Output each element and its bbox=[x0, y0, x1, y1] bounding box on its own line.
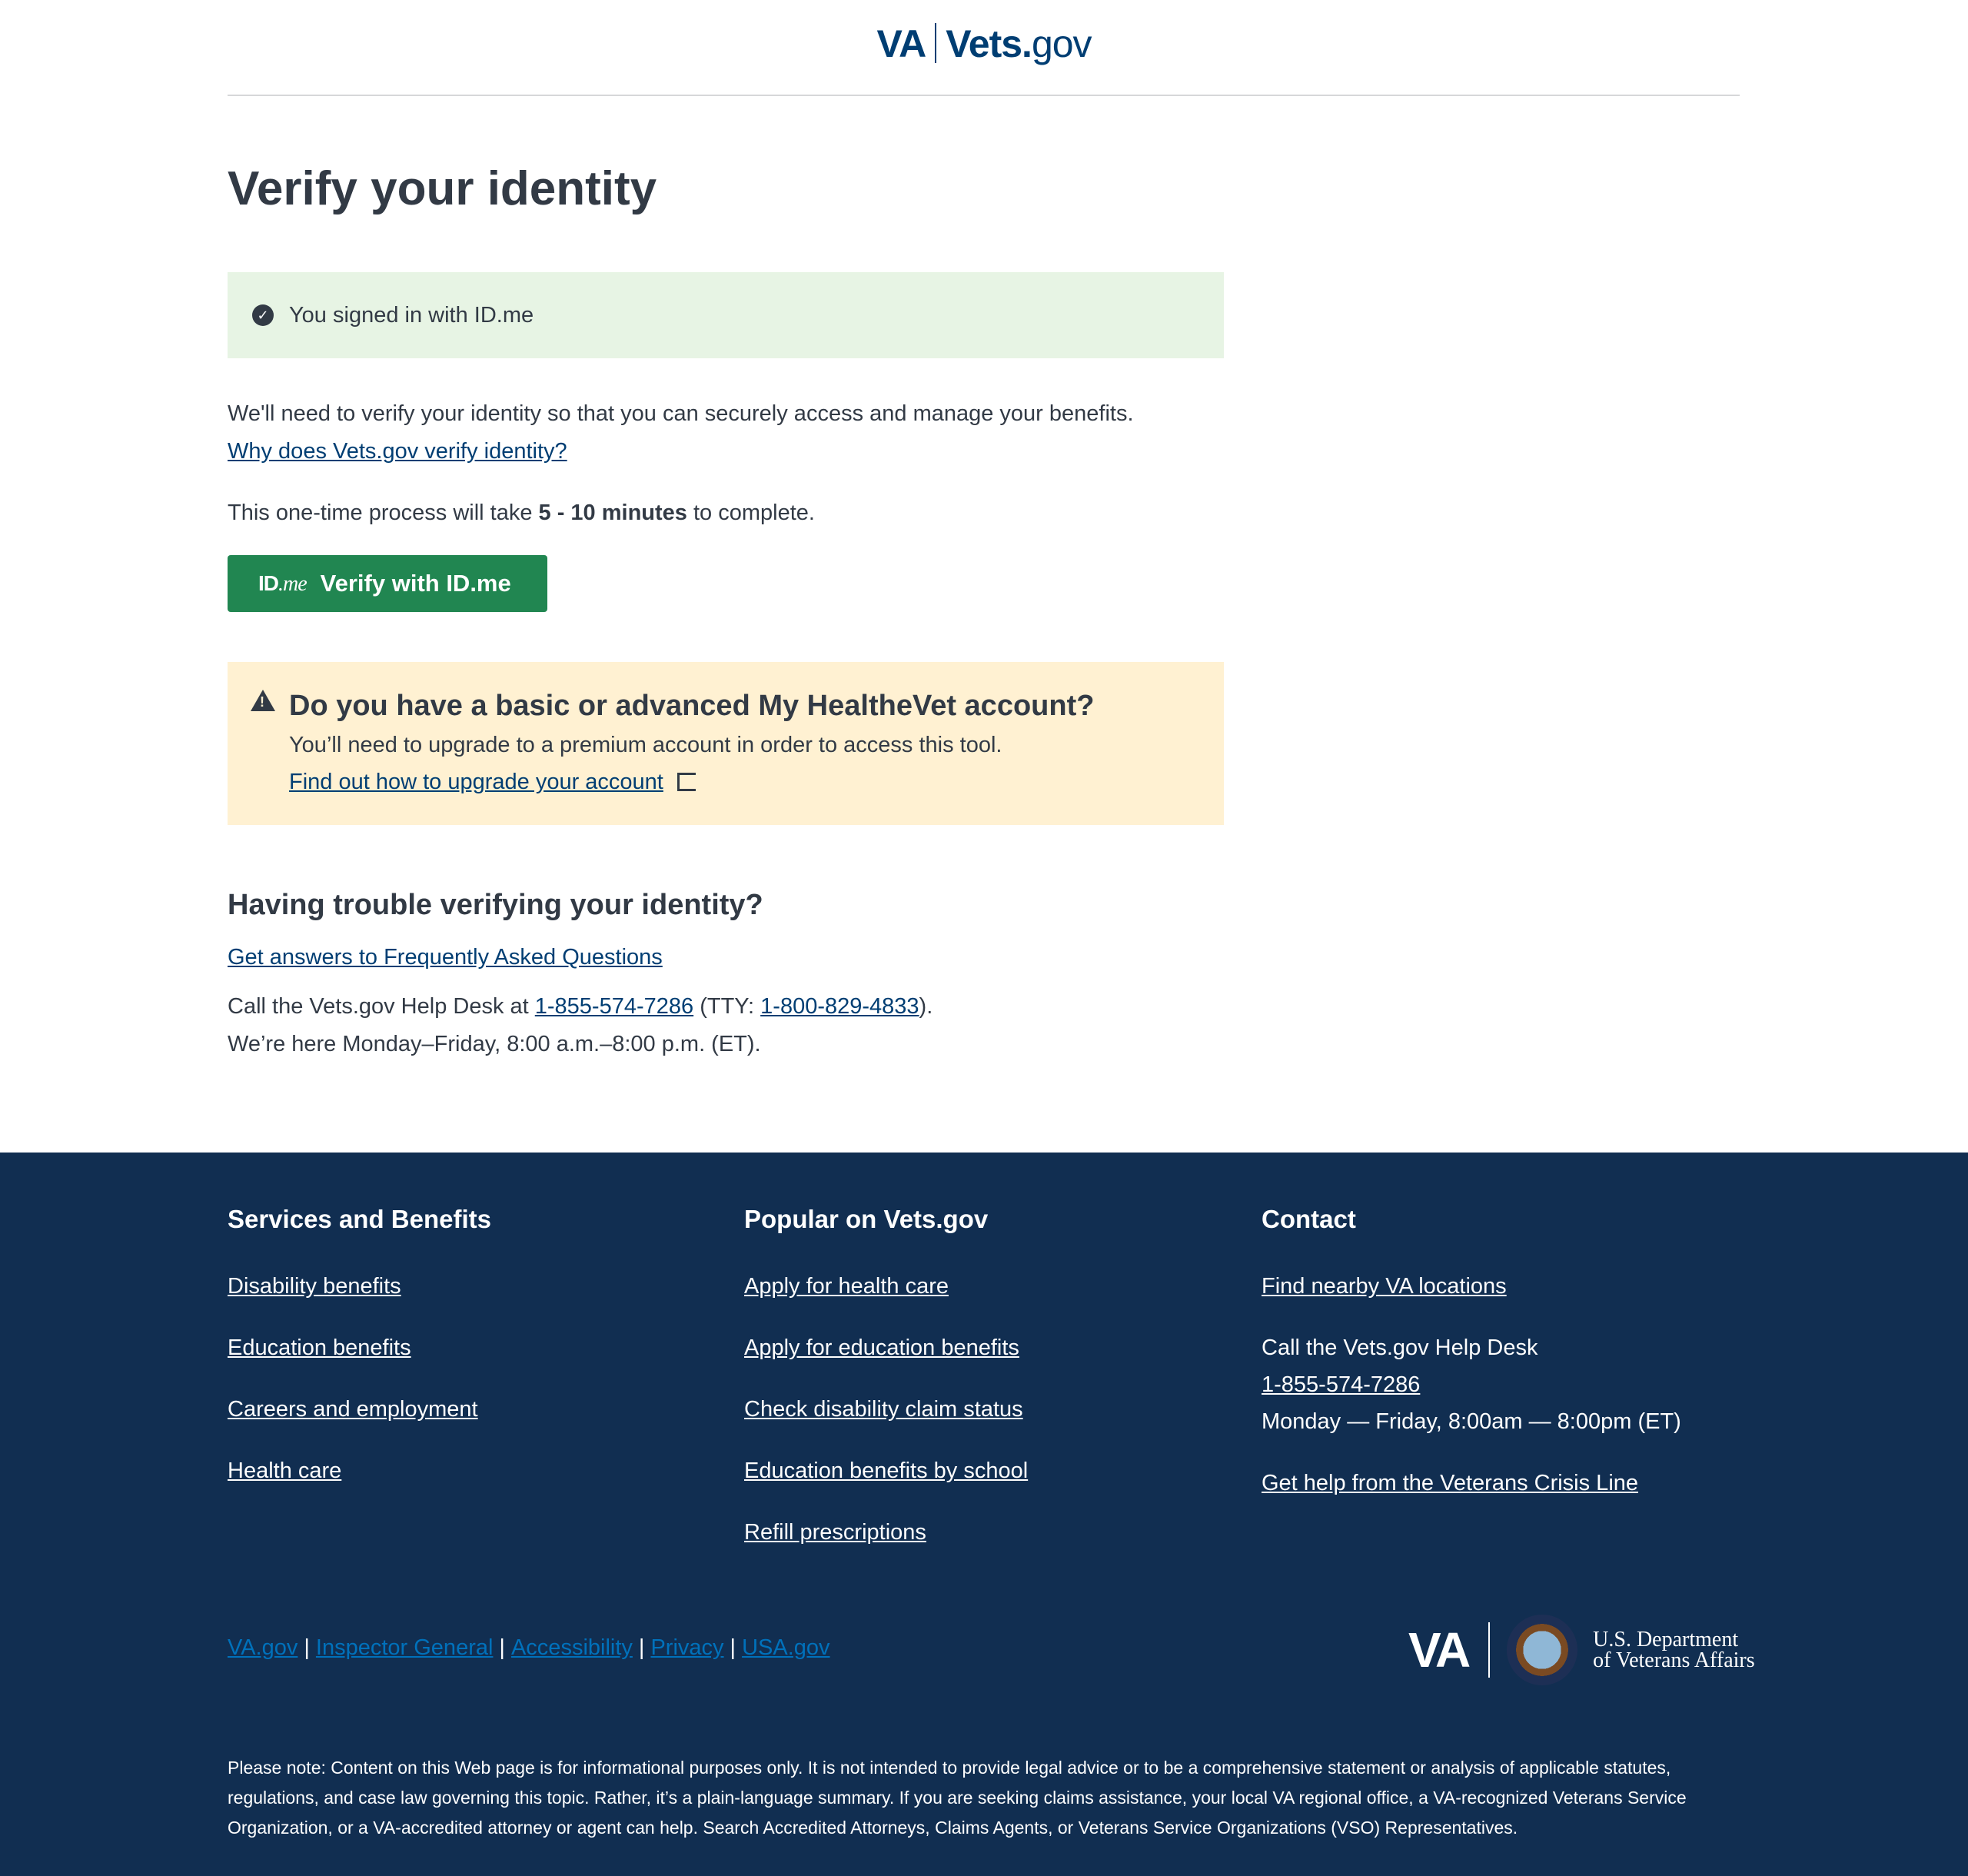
va-seal-icon bbox=[1507, 1615, 1578, 1685]
footer-heading: Contact bbox=[1262, 1205, 1356, 1233]
logo-divider bbox=[1488, 1622, 1491, 1678]
verify-idme-button[interactable]: ID.me Verify with ID.me bbox=[228, 555, 547, 612]
help-phone-link[interactable]: 1-855-574-7286 bbox=[535, 994, 693, 1019]
vets-gov-logo[interactable]: VA Vets.gov bbox=[0, 22, 1968, 66]
process-duration: 5 - 10 minutes bbox=[538, 501, 687, 525]
process-text: This one-time process will take 5 - 10 m… bbox=[228, 494, 815, 532]
footer-link[interactable]: Education benefits by school bbox=[744, 1452, 1028, 1489]
idme-logo-icon: ID.me bbox=[258, 570, 308, 596]
upgrade-account-link[interactable]: Find out how to upgrade your account bbox=[289, 770, 663, 794]
inspector-general-link[interactable]: Inspector General bbox=[316, 1635, 494, 1660]
disclaimer: Please note: Content on this Web page is… bbox=[228, 1758, 1687, 1838]
footer-link[interactable]: Refill prescriptions bbox=[744, 1514, 1028, 1551]
header-divider bbox=[228, 95, 1740, 96]
footer-link[interactable]: Disability benefits bbox=[228, 1268, 491, 1305]
verify-button-label: Verify with ID.me bbox=[320, 570, 511, 597]
logo-divider bbox=[935, 23, 937, 63]
hours-text: We’re here Monday–Friday, 8:00 a.m.–8:00… bbox=[228, 1032, 761, 1056]
intro-text: We'll need to verify your identity so th… bbox=[228, 401, 1134, 426]
footer-popular: Popular on Vets.gov Apply for health car… bbox=[744, 1202, 1028, 1575]
footer-heading: Services and Benefits bbox=[228, 1205, 491, 1233]
footer-link[interactable]: Check disability claim status bbox=[744, 1391, 1028, 1428]
helpdesk-label: Call the Vets.gov Help Desk bbox=[1262, 1335, 1538, 1360]
usa-gov-link[interactable]: USA.gov bbox=[742, 1635, 829, 1660]
faq-link[interactable]: Get answers to Frequently Asked Question… bbox=[228, 939, 663, 976]
footer-bottom-links: VA.gov | Inspector General | Accessibility | P… bbox=[228, 1635, 830, 1660]
footer-heading: Popular on Vets.gov bbox=[744, 1205, 989, 1233]
footer-link[interactable]: Education benefits bbox=[228, 1329, 491, 1366]
find-locations-link[interactable]: Find nearby VA locations bbox=[1262, 1268, 1681, 1305]
va-gov-link[interactable]: VA.gov bbox=[228, 1635, 298, 1660]
warning-icon bbox=[251, 690, 275, 711]
crisis-line-link[interactable]: Get help from the Veterans Crisis Line bbox=[1262, 1465, 1681, 1502]
external-link-icon bbox=[676, 773, 696, 791]
footer-hours: Monday — Friday, 8:00am — 8:00pm (ET) bbox=[1262, 1409, 1681, 1434]
footer-link[interactable]: Careers and employment bbox=[228, 1391, 491, 1428]
warning-alert: Do you have a basic or advanced My Healt… bbox=[228, 662, 1224, 825]
footer-phone-link[interactable]: 1-855-574-7286 bbox=[1262, 1366, 1681, 1403]
va-logo-text: VA bbox=[1408, 1622, 1471, 1678]
process-post: to complete. bbox=[686, 501, 815, 525]
success-alert-text: You signed in with ID.me bbox=[289, 302, 534, 328]
accessibility-link[interactable]: Accessibility bbox=[511, 1635, 633, 1660]
logo-gov: gov bbox=[1031, 22, 1092, 65]
footer-link[interactable]: Apply for education benefits bbox=[744, 1329, 1028, 1366]
va-footer-logo[interactable]: VA U.S. Department of Veterans Affairs bbox=[1408, 1615, 1755, 1685]
help-desk-text: Call the Vets.gov Help Desk at 1-855-574… bbox=[228, 994, 933, 1019]
footer-contact: Contact Find nearby VA locations Call th… bbox=[1262, 1202, 1681, 1526]
footer-services: Services and Benefits Disability benefit… bbox=[228, 1202, 491, 1514]
check-circle-icon: ✓ bbox=[252, 304, 274, 326]
footer-link[interactable]: Apply for health care bbox=[744, 1268, 1028, 1305]
footer-link[interactable]: Health care bbox=[228, 1452, 491, 1489]
success-alert: ✓ You signed in with ID.me bbox=[228, 272, 1224, 358]
trouble-heading: Having trouble verifying your identity? bbox=[228, 889, 763, 921]
tty-phone-link[interactable]: 1-800-829-4833 bbox=[760, 994, 919, 1019]
privacy-link[interactable]: Privacy bbox=[650, 1635, 723, 1660]
page-title: Verify your identity bbox=[228, 162, 657, 215]
why-verify-link[interactable]: Why does Vets.gov verify identity? bbox=[228, 433, 567, 471]
department-name: U.S. Department of Veterans Affairs bbox=[1593, 1628, 1755, 1672]
process-pre: This one-time process will take bbox=[228, 501, 539, 525]
logo-va: VA bbox=[876, 22, 926, 65]
warning-title: Do you have a basic or advanced My Healt… bbox=[289, 690, 1095, 722]
warning-body: You’ll need to upgrade to a premium acco… bbox=[289, 733, 1002, 757]
logo-vets: Vets. bbox=[946, 22, 1032, 65]
